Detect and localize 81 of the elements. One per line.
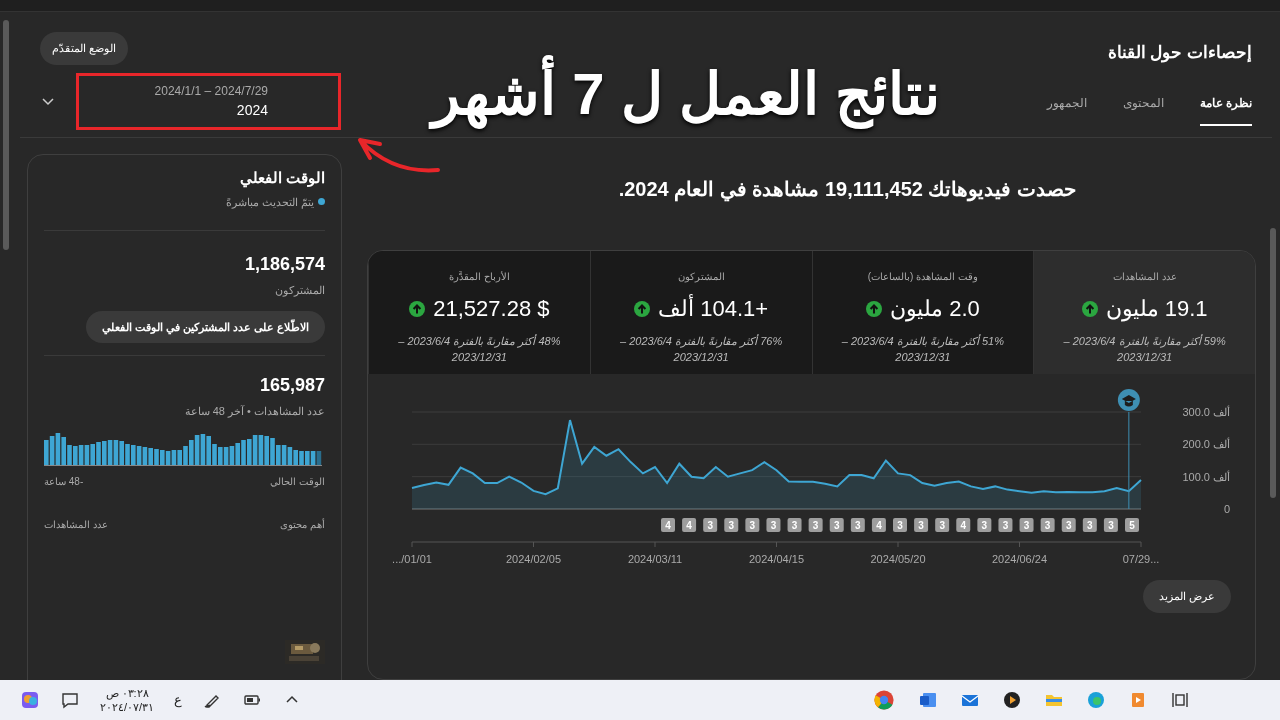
subscriber-label: المشتركون xyxy=(274,283,325,299)
metric-label: عدد المشاهدات xyxy=(1112,270,1177,284)
card-title: الوقت الفعلي xyxy=(238,168,325,190)
x-axis-label: 2024/05/20 xyxy=(870,553,926,565)
view-count: 165,987 xyxy=(258,374,325,397)
y-axis-label: 0 xyxy=(1223,503,1230,515)
upload-count-badge[interactable]: 3 xyxy=(829,518,844,532)
upload-count-badge[interactable]: 3 xyxy=(850,518,865,532)
date-range-picker[interactable]: 2024/1/1 – 2024/7/29 2024 xyxy=(76,72,341,130)
document-icon[interactable] xyxy=(918,690,938,710)
advanced-mode-button[interactable]: الوضع المتقدّم xyxy=(40,32,129,65)
upload-count-badge[interactable]: 4 xyxy=(661,518,675,532)
upload-count-badge[interactable]: 3 xyxy=(1061,518,1076,532)
x-axis-label: 07/29... xyxy=(1122,553,1160,565)
metric-value: $ 21,527.28 xyxy=(433,295,550,323)
sparkle-icon[interactable] xyxy=(20,690,40,710)
metric-label: وقت المشاهدة (بالساعات) xyxy=(867,270,978,284)
y-axis-label: 100.0 ألف xyxy=(1182,470,1230,483)
upload-count-badge[interactable]: 3 xyxy=(703,518,718,532)
realtime-subscribers-button[interactable]: الاطّلاع على عدد المشتركين في الوقت الفعلي xyxy=(85,310,325,343)
upload-count-badge[interactable]: 4 xyxy=(871,518,886,532)
show-more-button[interactable]: عرض المزيد xyxy=(1142,580,1231,613)
metric-value: +104.1 ألف xyxy=(658,293,769,323)
date-range: 2024/1/1 – 2024/7/29 xyxy=(154,82,268,100)
upload-count-badge[interactable]: 3 xyxy=(998,518,1013,532)
upload-count-badge[interactable]: 5 xyxy=(1125,518,1139,532)
metric-value: 19.1 مليون xyxy=(1105,295,1208,324)
x-axis-label: .../01/01 xyxy=(392,553,432,565)
upload-count-badge[interactable]: 3 xyxy=(1019,518,1034,532)
scrollbar-thumb[interactable] xyxy=(3,20,9,250)
subscriber-count: 1,186,574 xyxy=(243,253,325,276)
metric-value: 2.0 مليون xyxy=(890,295,980,324)
upload-count-badge[interactable]: 3 xyxy=(745,518,760,532)
upload-count-badge[interactable]: 3 xyxy=(724,518,739,532)
upload-count-badge[interactable]: 3 xyxy=(935,518,950,532)
upload-count-badge[interactable]: 3 xyxy=(1103,518,1118,532)
axis-label: الوقت الحالي xyxy=(270,474,325,489)
upload-count-badge[interactable]: 4 xyxy=(682,518,697,532)
y-axis-label: 200.0 ألف xyxy=(1182,438,1230,451)
metric-tab[interactable]: وقت المشاهدة (بالساعات) 2.0 مليون 51% أكثر مقارنةً بالفترة 2023/6/4 – 2023/12/31 xyxy=(811,251,1034,374)
metric-label: المشتركون xyxy=(677,270,725,284)
y-axis-label: 300.0 ألف xyxy=(1182,406,1230,418)
browser-icon[interactable] xyxy=(872,688,896,712)
scrollbar-thumb[interactable] xyxy=(1270,228,1276,498)
comparison-note: 48% أكثر مقارنةً بالفترة 2023/6/4 – 2023/12/31 xyxy=(397,333,562,365)
upload-count-badge[interactable]: 3 xyxy=(766,518,781,532)
column-heading: أهم محتوى xyxy=(280,517,325,532)
upload-count-badge[interactable]: 3 xyxy=(914,518,929,532)
x-axis-label: 2024/06/24 xyxy=(991,553,1048,565)
upload-count-badge[interactable]: 3 xyxy=(787,518,802,532)
browser-icon[interactable] xyxy=(1086,690,1106,710)
comparison-note: 51% أكثر مقارنةً بالفترة 2023/6/4 – 2023/12/31 xyxy=(840,333,1005,365)
live-note: يتمّ التحديث مباشرةً xyxy=(225,194,314,210)
language-indicator[interactable]: ع xyxy=(174,690,183,710)
comparison-note: 76% أكثر مقارنةً بالفترة 2023/6/4 – 2023/12/31 xyxy=(619,333,784,365)
metric-tab[interactable]: المشتركون +104.1 ألف 76% أكثر مقارنةً بالفترة 2023/6/4 – 2023/12/31 xyxy=(589,251,812,374)
metric-tab[interactable]: عدد المشاهدات 19.1 مليون 59% أكثر مقارنةً بالفترة 2023/6/4 – 2023/12/31 xyxy=(1033,251,1255,374)
page-title: إحصاءات حول القناة xyxy=(1107,42,1252,65)
clock[interactable]: ٠٣:٢٨ ص ٢٠٢٤/٠٧/٣١ xyxy=(100,686,155,714)
chat-icon[interactable] xyxy=(60,690,80,710)
play-icon[interactable] xyxy=(1002,690,1022,710)
column-heading: عدد المشاهدات xyxy=(44,517,108,532)
upload-count-badge[interactable]: 3 xyxy=(808,518,823,532)
axis-label: -48 ساعة xyxy=(44,474,84,489)
x-axis-label: 2024/03/11 xyxy=(627,553,683,565)
upload-count-badge[interactable]: 4 xyxy=(956,518,971,532)
metric-label: الأرباح المقدَّرة xyxy=(449,270,510,284)
views-label: عدد المشاهدات • آخر 48 ساعة xyxy=(183,404,325,420)
tab[interactable]: نظرة عامة xyxy=(1199,93,1252,126)
tab[interactable]: الجمهور xyxy=(1046,93,1087,126)
comparison-note: 59% أكثر مقارنةً بالفترة 2023/6/4 – 2023/12/31 xyxy=(1062,333,1227,365)
tab[interactable]: المحتوى xyxy=(1122,93,1164,126)
x-axis-label: 2024/02/05 xyxy=(505,553,562,565)
x-axis-label: 2024/04/15 xyxy=(748,553,805,565)
task-view-icon[interactable] xyxy=(1170,690,1190,710)
upload-count-badge[interactable]: 3 xyxy=(1040,518,1055,532)
selected-period: 2024 xyxy=(236,100,268,120)
upload-count-badge[interactable]: 3 xyxy=(1082,518,1097,532)
milestone-marker[interactable] xyxy=(1117,389,1140,510)
upload-count-badge[interactable]: 3 xyxy=(893,518,907,532)
upload-count-badge[interactable]: 3 xyxy=(977,518,992,532)
